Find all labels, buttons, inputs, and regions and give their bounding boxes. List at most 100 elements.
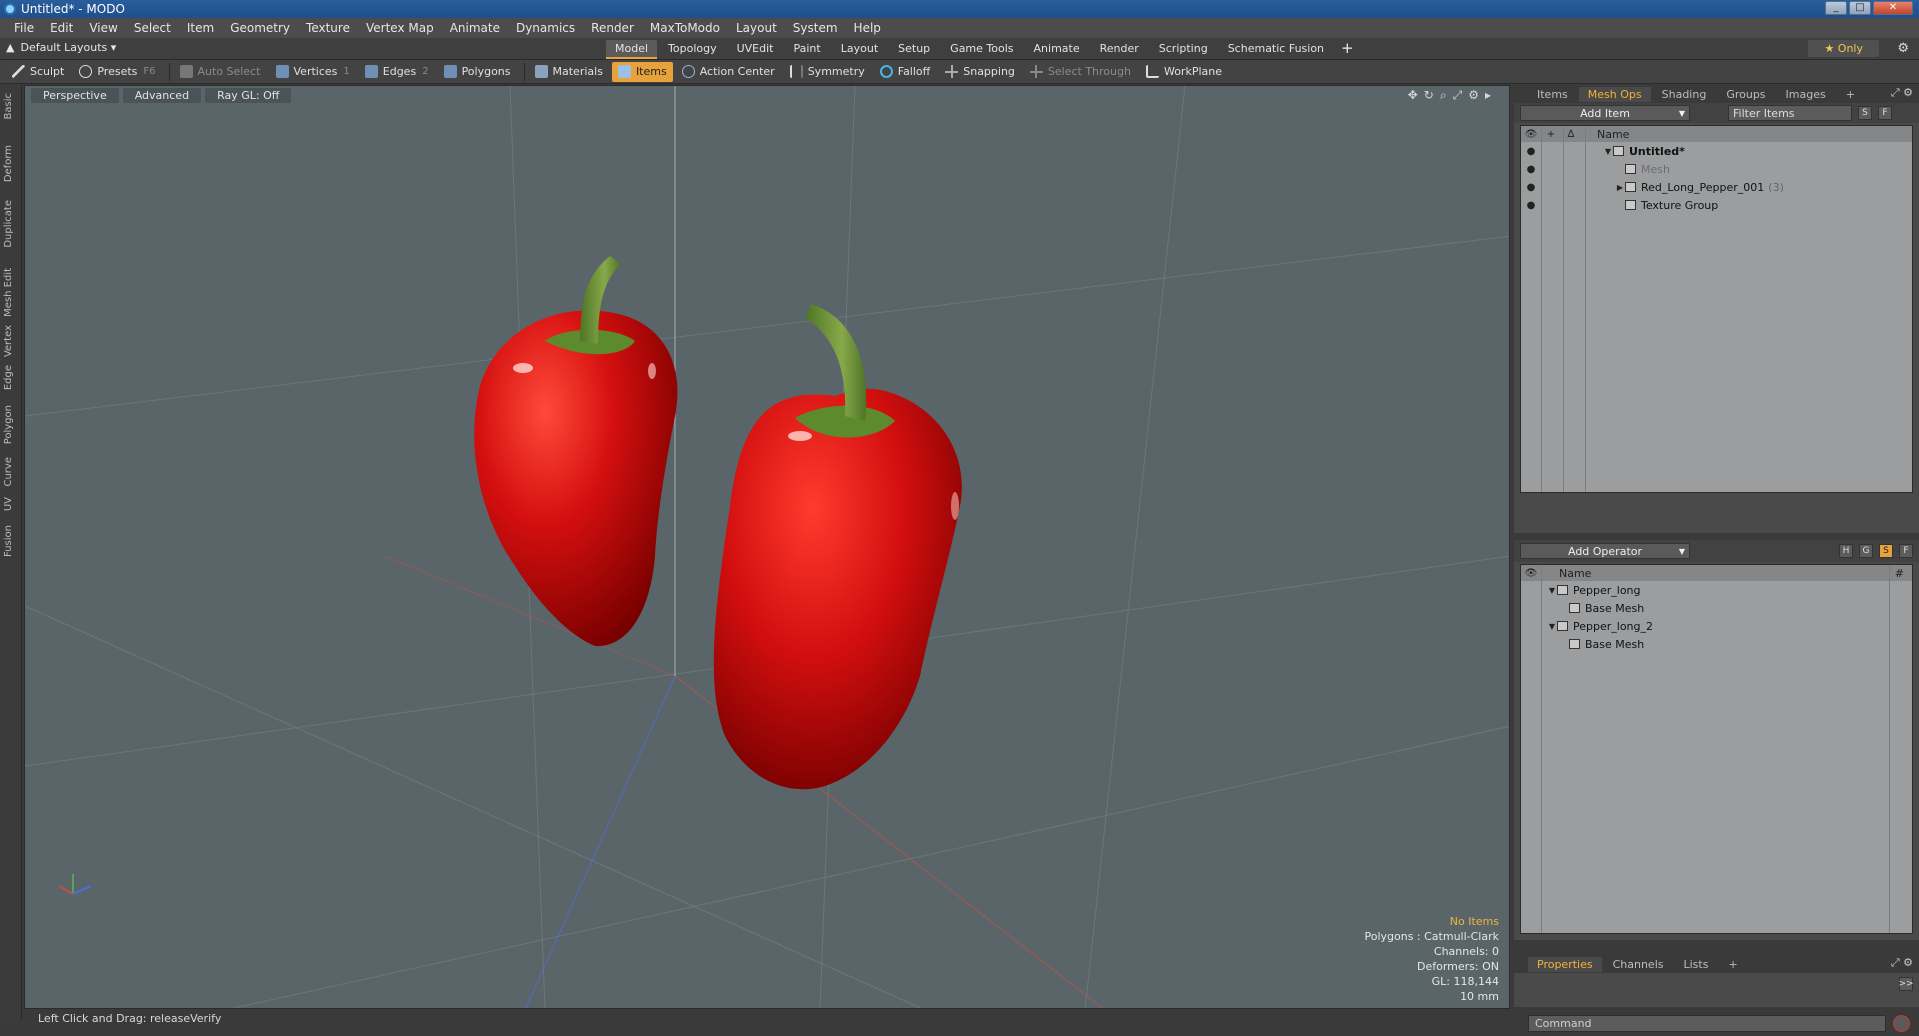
left-tab-deform[interactable]: Deform xyxy=(3,145,14,182)
add-panel-tab-button[interactable]: + xyxy=(1837,87,1864,102)
menu-item[interactable]: Item xyxy=(179,21,222,35)
left-tab-duplicate[interactable]: Duplicate xyxy=(3,200,14,248)
menu-select[interactable]: Select xyxy=(126,21,179,35)
name-column-header[interactable]: Name xyxy=(1559,567,1591,580)
left-tab-fusion[interactable]: Fusion xyxy=(3,525,14,557)
only-toggle[interactable]: ★ Only xyxy=(1808,40,1879,57)
action-center-button[interactable]: Action Center xyxy=(676,62,781,82)
toggle-g-button[interactable]: G xyxy=(1859,544,1873,558)
toggle-f-button[interactable]: F xyxy=(1899,544,1913,558)
expand-triangle-icon[interactable]: ▼ xyxy=(1547,622,1557,631)
expand-properties-button[interactable]: >> xyxy=(1898,977,1914,991)
tab-uvedit[interactable]: UVEdit xyxy=(728,40,783,59)
panel-settings-icon[interactable]: ⤢ ⚙ xyxy=(1891,86,1913,100)
default-layouts-dropdown[interactable]: Default Layouts ▾ xyxy=(20,41,116,54)
tab-properties[interactable]: Properties xyxy=(1528,956,1602,972)
minimize-button[interactable]: _ xyxy=(1825,1,1847,15)
visibility-eye-icon[interactable]: ● xyxy=(1521,182,1541,193)
rotate-icon[interactable]: ↻ xyxy=(1424,88,1434,103)
left-tab-mesh-edit[interactable]: Mesh Edit xyxy=(3,268,14,317)
list-item[interactable]: ● ▶ Red_Long_Pepper_001 (3) xyxy=(1521,178,1912,196)
snapping-button[interactable]: Snapping xyxy=(939,62,1021,82)
list-item[interactable]: Base Mesh xyxy=(1521,599,1912,617)
menu-layout[interactable]: Layout xyxy=(728,21,785,35)
left-tab-polygon[interactable]: Polygon xyxy=(3,405,14,444)
tab-animate[interactable]: Animate xyxy=(1025,40,1089,59)
list-item[interactable]: ● Texture Group xyxy=(1521,196,1912,214)
3d-viewport[interactable]: Perspective Advanced Ray GL: Off ✥ ↻ ⌕ ⤢… xyxy=(24,85,1510,1009)
tab-items[interactable]: Items xyxy=(1528,87,1577,102)
left-tab-uv[interactable]: UV xyxy=(3,497,14,511)
menu-dynamics[interactable]: Dynamics xyxy=(508,21,583,35)
list-item[interactable]: ● ▼ Untitled* xyxy=(1521,142,1912,160)
fit-icon[interactable]: ⤢ xyxy=(1453,88,1463,103)
menu-edit[interactable]: Edit xyxy=(42,21,81,35)
polygons-button[interactable]: Polygons xyxy=(438,62,517,82)
tab-schematic-fusion[interactable]: Schematic Fusion xyxy=(1219,40,1333,59)
add-operator-dropdown[interactable]: Add Operator ▼ xyxy=(1520,543,1690,559)
name-column-header[interactable]: Name xyxy=(1597,128,1629,141)
command-history-icon[interactable] xyxy=(1893,1015,1910,1032)
visibility-eye-icon[interactable]: ● xyxy=(1521,200,1541,211)
left-tab-vertex[interactable]: Vertex xyxy=(3,325,14,357)
expand-triangle-icon[interactable]: ▼ xyxy=(1547,586,1557,595)
falloff-button[interactable]: Falloff xyxy=(874,62,936,82)
auto-select-button[interactable]: Auto Select xyxy=(174,62,267,82)
list-item[interactable]: ▼ Pepper_long xyxy=(1521,581,1912,599)
menu-geometry[interactable]: Geometry xyxy=(222,21,298,35)
raygl-button[interactable]: Ray GL: Off xyxy=(205,87,292,103)
tab-paint[interactable]: Paint xyxy=(785,40,830,59)
sculpt-button[interactable]: Sculpt xyxy=(6,62,70,82)
tab-groups[interactable]: Groups xyxy=(1717,87,1774,102)
tab-mesh-ops[interactable]: Mesh Ops xyxy=(1578,86,1651,102)
viewport-menu-arrow-icon[interactable]: ▸ xyxy=(1485,88,1491,103)
list-item[interactable]: ▼ Pepper_long_2 xyxy=(1521,617,1912,635)
left-tab-basic[interactable]: Basic xyxy=(3,93,14,119)
list-item[interactable]: Base Mesh xyxy=(1521,635,1912,653)
visibility-eye-icon[interactable]: ● xyxy=(1521,164,1541,175)
workplane-button[interactable]: WorkPlane xyxy=(1140,62,1228,82)
pepper-model-2[interactable] xyxy=(713,304,962,790)
advanced-shading-button[interactable]: Advanced xyxy=(122,87,202,103)
edges-button[interactable]: Edges 2 xyxy=(359,62,435,82)
layout-toggle-icon[interactable]: ▲ xyxy=(6,41,14,54)
tab-render[interactable]: Render xyxy=(1091,40,1148,59)
add-tab-button[interactable]: + xyxy=(1335,40,1360,59)
panel-settings-icon[interactable]: ⤢ ⚙ xyxy=(1891,956,1913,970)
viewport-scene[interactable] xyxy=(25,86,1510,1009)
pepper-model-1[interactable] xyxy=(474,256,678,647)
tab-layout[interactable]: Layout xyxy=(832,40,887,59)
tab-lists[interactable]: Lists xyxy=(1675,957,1718,972)
menu-texture[interactable]: Texture xyxy=(298,21,358,35)
presets-button[interactable]: Presets F6 xyxy=(73,62,161,82)
items-button[interactable]: Items xyxy=(611,61,673,82)
perspective-button[interactable]: Perspective xyxy=(31,87,119,103)
menu-animate[interactable]: Animate xyxy=(442,21,508,35)
tab-model[interactable]: Model xyxy=(606,40,658,59)
tab-channels[interactable]: Channels xyxy=(1604,957,1673,972)
expand-triangle-icon[interactable]: ▼ xyxy=(1603,147,1613,156)
symmetry-button[interactable]: Symmetry xyxy=(784,62,871,82)
close-button[interactable]: ✕ xyxy=(1873,1,1913,15)
maximize-button[interactable]: □ xyxy=(1849,1,1871,15)
menu-vertex-map[interactable]: Vertex Map xyxy=(358,21,442,35)
add-item-dropdown[interactable]: Add Item ▼ xyxy=(1520,105,1690,121)
tab-game-tools[interactable]: Game Tools xyxy=(941,40,1022,59)
list-item[interactable]: ● Mesh xyxy=(1521,160,1912,178)
tab-topology[interactable]: Topology xyxy=(659,40,726,59)
tab-shading[interactable]: Shading xyxy=(1653,87,1716,102)
filter-items-input[interactable]: Filter Items xyxy=(1728,105,1852,121)
vertices-button[interactable]: Vertices 1 xyxy=(270,62,356,82)
menu-render[interactable]: Render xyxy=(583,21,642,35)
menu-file[interactable]: File xyxy=(6,21,42,35)
tab-scripting[interactable]: Scripting xyxy=(1150,40,1217,59)
viewport-settings-icon[interactable]: ⚙ xyxy=(1468,88,1479,103)
tab-images[interactable]: Images xyxy=(1777,87,1835,102)
filter-f-toggle[interactable]: F xyxy=(1878,106,1892,120)
menu-system[interactable]: System xyxy=(785,21,846,35)
toggle-s-button[interactable]: S xyxy=(1879,544,1893,558)
materials-button[interactable]: Materials xyxy=(529,62,609,82)
gear-icon[interactable]: ⚙ xyxy=(1897,41,1909,56)
tab-setup[interactable]: Setup xyxy=(889,40,939,59)
select-through-button[interactable]: Select Through xyxy=(1024,62,1137,82)
